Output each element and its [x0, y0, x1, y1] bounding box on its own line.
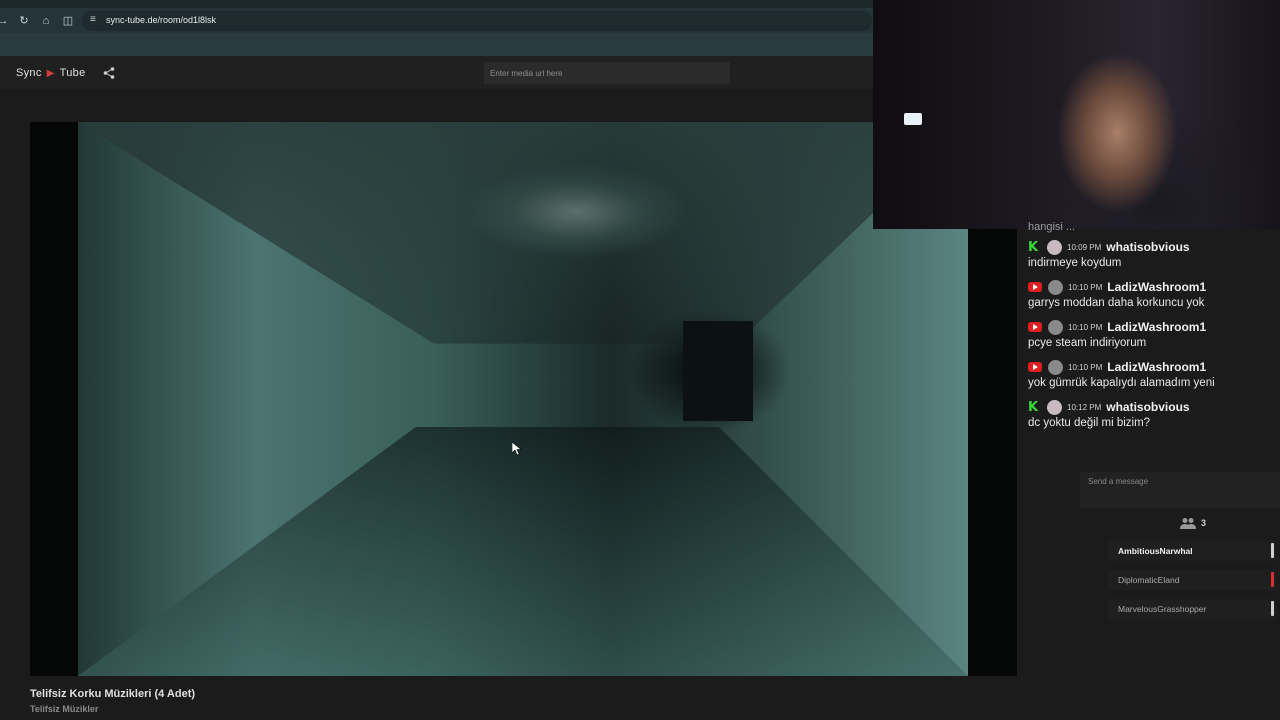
reload-icon[interactable]: ↻	[17, 14, 31, 28]
chat-timestamp: 10:12 PM	[1067, 402, 1102, 412]
chat-text: pcye steam indiriyorum	[1028, 337, 1147, 349]
chat-username[interactable]: whatisobvious	[1106, 240, 1189, 254]
webcam-light	[904, 113, 922, 125]
chat-timestamp: 10:10 PM	[1068, 322, 1103, 332]
youtube-icon	[1028, 282, 1042, 292]
avatar	[1047, 239, 1062, 255]
video-channel[interactable]: Telifsiz Müzikler	[30, 704, 98, 714]
chat-text: dc yoktu değil mi bizim?	[1028, 417, 1151, 429]
app-header: Sync ▶ Tube	[0, 56, 880, 91]
home-icon[interactable]: ⌂	[39, 14, 53, 28]
share-icon[interactable]	[102, 66, 116, 80]
avatar	[1048, 279, 1063, 295]
user-list-item[interactable]: DiplomaticEland	[1108, 570, 1276, 590]
media-url-input[interactable]	[484, 62, 730, 84]
user-name: AmbitiousNarwhal	[1118, 546, 1193, 556]
user-name: MarvelousGrasshopper	[1118, 604, 1207, 614]
chat-message: K 10:09 PM whatisobvious indirmeye koydu…	[1028, 237, 1278, 277]
chat-username[interactable]: LadizWashroom1	[1107, 360, 1206, 374]
users-count: 3	[1201, 518, 1207, 528]
chat-message: 10:10 PM LadizWashroom1 pcye steam indir…	[1028, 317, 1278, 357]
synctube-logo[interactable]: Sync ▶ Tube	[16, 67, 86, 79]
chat-text: indirmeye koydum	[1028, 257, 1122, 269]
browser-toolbar-lower	[0, 33, 880, 56]
logo-sync-text: Sync	[16, 67, 42, 79]
user-list-item[interactable]: MarvelousGrasshopper	[1108, 599, 1276, 619]
chat-timestamp: 10:10 PM	[1068, 282, 1103, 292]
video-scene-tunnel	[683, 321, 754, 422]
chat-username[interactable]: LadizWashroom1	[1107, 320, 1206, 334]
video-player[interactable]	[30, 122, 1017, 676]
url-text[interactable]: sync-tube.de/room/od1l8lsk	[106, 15, 216, 25]
site-info-icon[interactable]: ≡	[90, 14, 102, 26]
chat-meta: K 10:09 PM whatisobvious	[1028, 237, 1190, 257]
avatar	[1047, 399, 1062, 415]
video-title: Telifsiz Korku Müzikleri (4 Adet)	[30, 688, 196, 700]
chat-meta: 10:10 PM LadizWashroom1	[1028, 277, 1206, 297]
avatar	[1048, 359, 1063, 375]
video-frame	[78, 122, 968, 676]
youtube-icon	[1028, 322, 1042, 332]
users-icon	[1180, 518, 1196, 529]
browser-tab-strip	[0, 0, 880, 8]
user-name: DiplomaticEland	[1118, 575, 1180, 585]
address-bar[interactable]: ≡ sync-tube.de/room/od1l8lsk	[82, 11, 872, 31]
chat-message: K 10:12 PM whatisobvious dc yoktu değil …	[1028, 397, 1278, 437]
user-status-bar	[1271, 543, 1274, 558]
chat-timestamp: 10:09 PM	[1067, 242, 1102, 252]
split-view-icon[interactable]: ◫	[61, 14, 75, 28]
chat-cut-off-message: hangisi ...	[1028, 221, 1076, 233]
chat-username[interactable]: whatisobvious	[1106, 400, 1189, 414]
chat-meta: 10:10 PM LadizWashroom1	[1028, 317, 1206, 337]
video-scene-ceiling	[78, 122, 968, 344]
video-scene-floor	[78, 426, 968, 676]
chat-text: yok gümrük kapalıydı alamadım yeni	[1028, 377, 1215, 389]
user-status-bar	[1271, 572, 1274, 587]
chat-meta: K 10:12 PM whatisobvious	[1028, 397, 1190, 417]
chat-timestamp: 10:10 PM	[1068, 362, 1103, 372]
kick-icon: K	[1028, 399, 1039, 415]
chat-meta: 10:10 PM LadizWashroom1	[1028, 357, 1206, 377]
send-message-input[interactable]	[1080, 472, 1280, 508]
avatar	[1048, 319, 1063, 335]
play-icon: ▶	[46, 68, 55, 79]
mouse-cursor-icon	[512, 442, 522, 456]
youtube-icon	[1028, 362, 1042, 372]
chat-text: garrys moddan daha korkuncu yok	[1028, 297, 1205, 309]
user-list-item[interactable]: AmbitiousNarwhal	[1108, 541, 1276, 561]
kick-icon: K	[1028, 239, 1039, 255]
logo-tube-text: Tube	[59, 67, 86, 79]
chat-message: 10:10 PM LadizWashroom1 yok gümrük kapal…	[1028, 357, 1278, 397]
user-status-bar	[1271, 601, 1274, 616]
chat-username[interactable]: LadizWashroom1	[1107, 280, 1206, 294]
chat-message: 10:10 PM LadizWashroom1 garrys moddan da…	[1028, 277, 1278, 317]
forward-icon[interactable]: →	[0, 14, 10, 28]
webcam-overlay	[873, 0, 1280, 229]
